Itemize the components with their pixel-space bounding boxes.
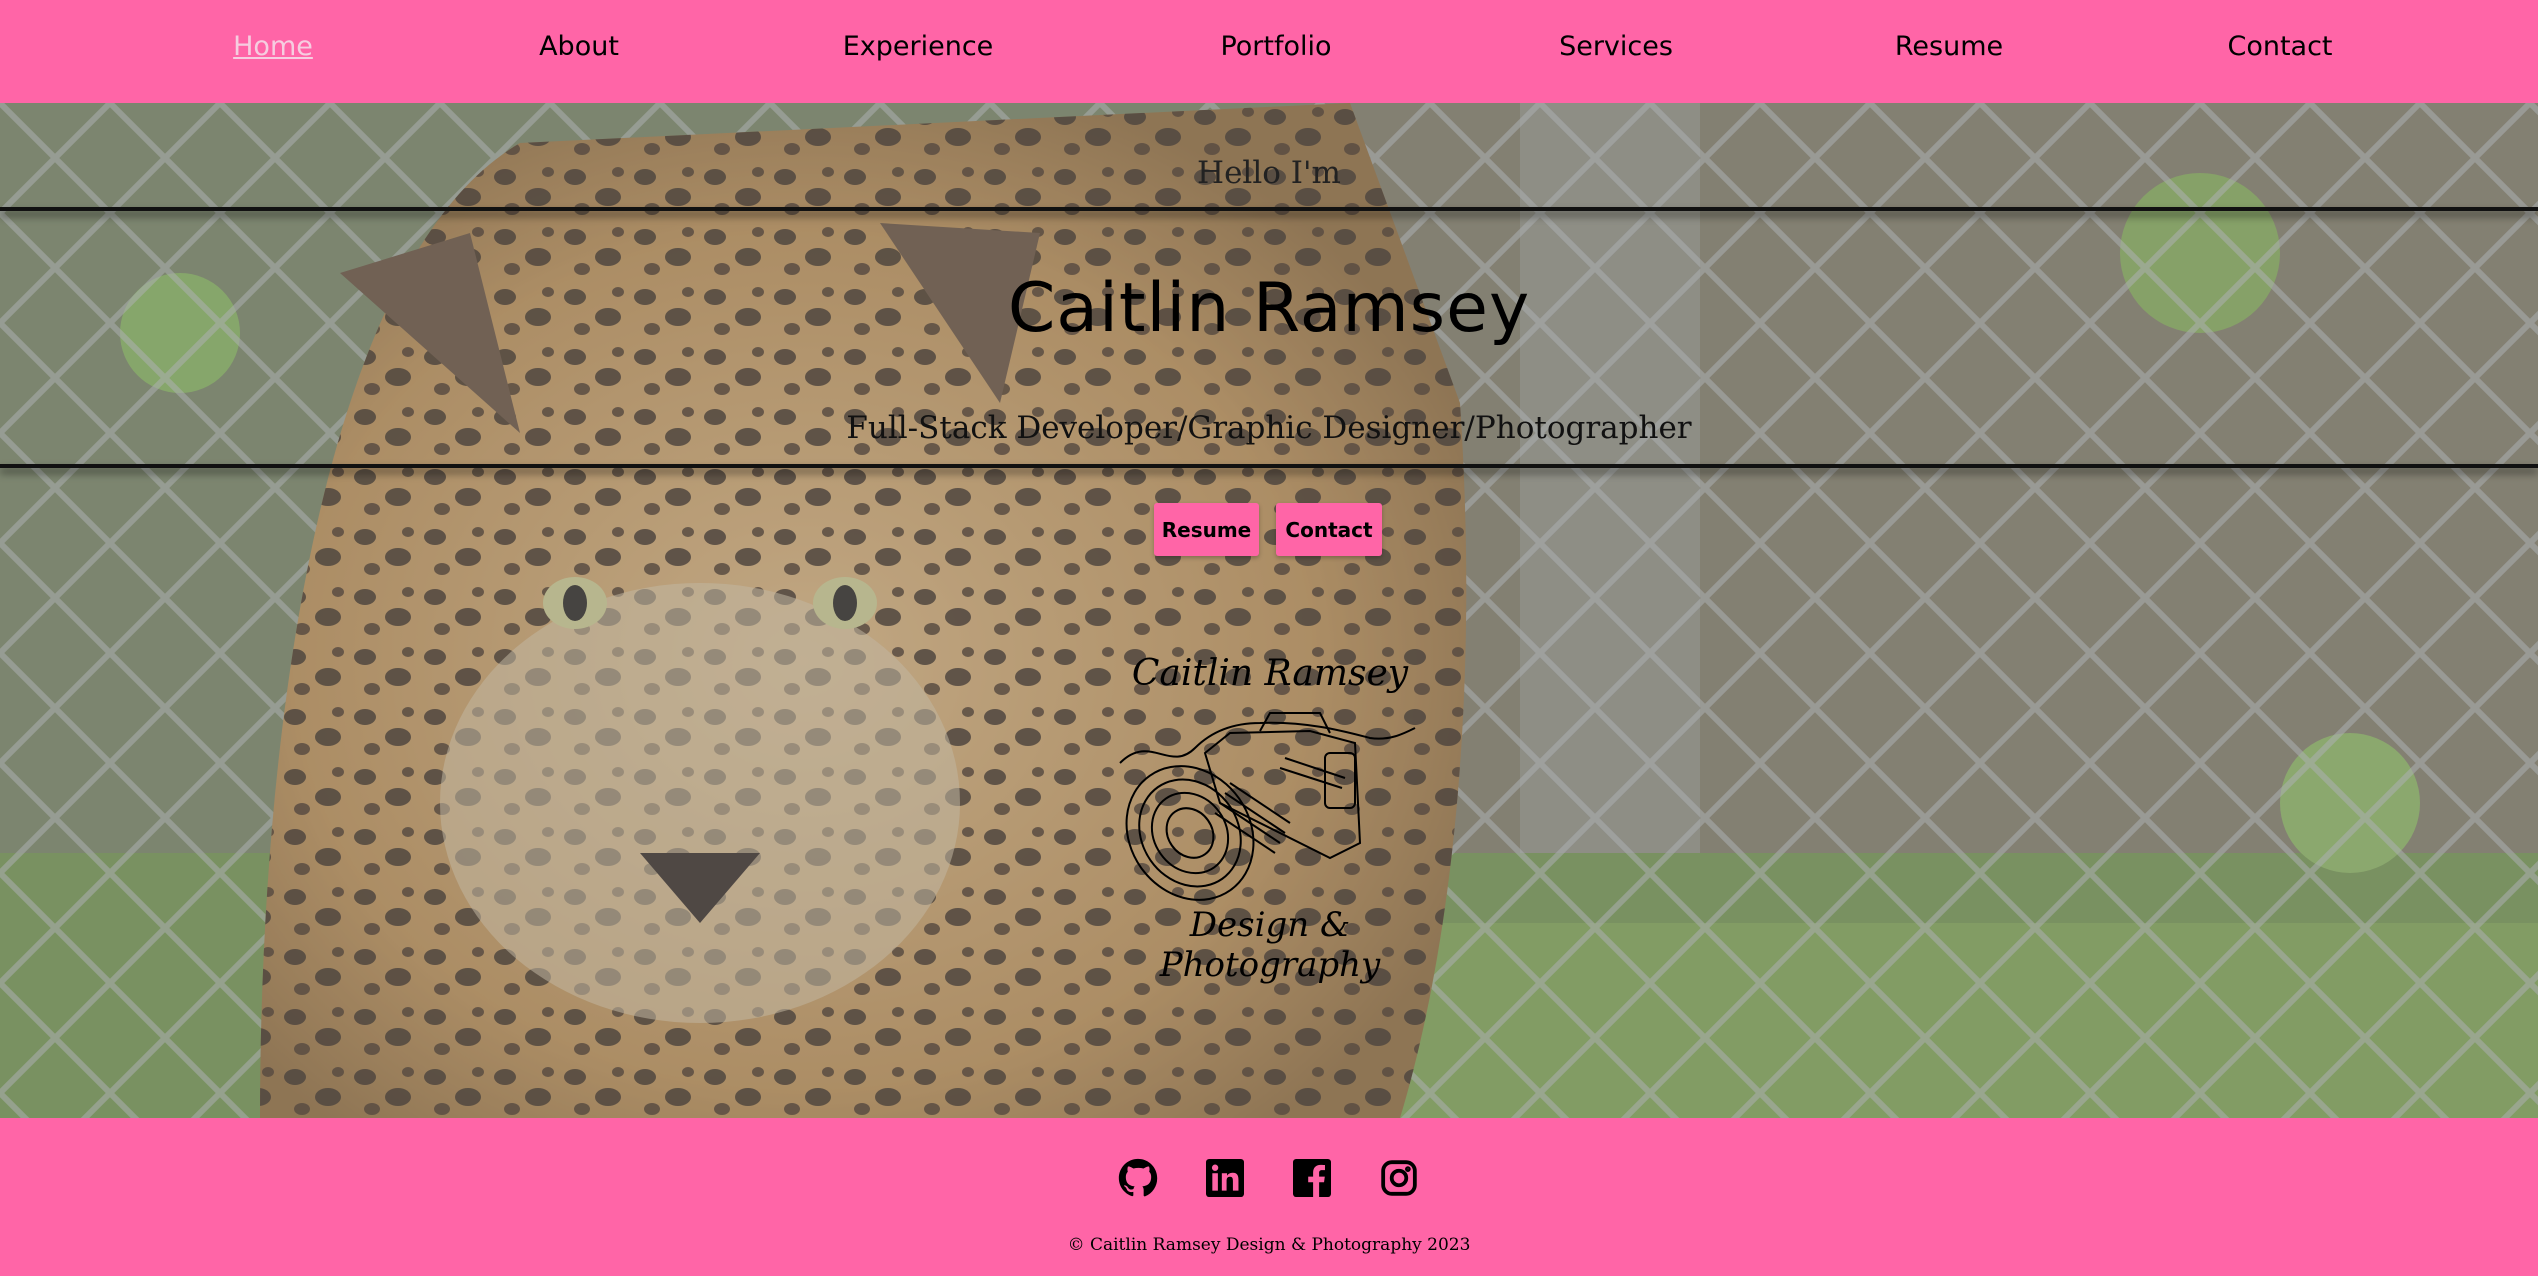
nav-home-link[interactable]: Home [233, 31, 313, 62]
logo-bottom-text: Design & Photography [1159, 905, 1381, 985]
linkedin-icon[interactable] [1205, 1158, 1245, 1198]
brand-logo: Caitlin Ramsey Design & Photography [1110, 653, 1430, 985]
hero-roles: Full-Stack Developer/Graphic Designer/Ph… [846, 410, 1692, 446]
contact-button[interactable]: Contact [1276, 503, 1382, 556]
hero-greeting: Hello I'm [1197, 155, 1341, 191]
nav-contact-link[interactable]: Contact [2227, 31, 2332, 62]
hero-name: Caitlin Ramsey [1007, 269, 1531, 348]
camera-icon [1119, 712, 1416, 901]
instagram-icon[interactable] [1379, 1158, 1419, 1198]
divider-bottom [0, 464, 2538, 468]
nav-about-link[interactable]: About [539, 31, 619, 62]
nav-resume-link[interactable]: Resume [1895, 31, 2003, 62]
hero-section: Hello I'm Caitlin Ramsey Full-Stack Deve… [0, 103, 2538, 1118]
divider-top [0, 207, 2538, 211]
nav-services-link[interactable]: Services [1559, 31, 1673, 62]
facebook-icon[interactable] [1292, 1158, 1332, 1198]
resume-button[interactable]: Resume [1154, 503, 1259, 556]
github-icon[interactable] [1118, 1158, 1158, 1198]
copyright-text: © Caitlin Ramsey Design & Photography 20… [1067, 1235, 1471, 1255]
nav-experience-link[interactable]: Experience [843, 31, 994, 62]
logo-top-text: Caitlin Ramsey [1131, 653, 1409, 694]
footer: © Caitlin Ramsey Design & Photography 20… [0, 1118, 2538, 1276]
top-nav: Home About Experience Portfolio Services… [0, 0, 2538, 103]
nav-portfolio-link[interactable]: Portfolio [1220, 31, 1331, 62]
